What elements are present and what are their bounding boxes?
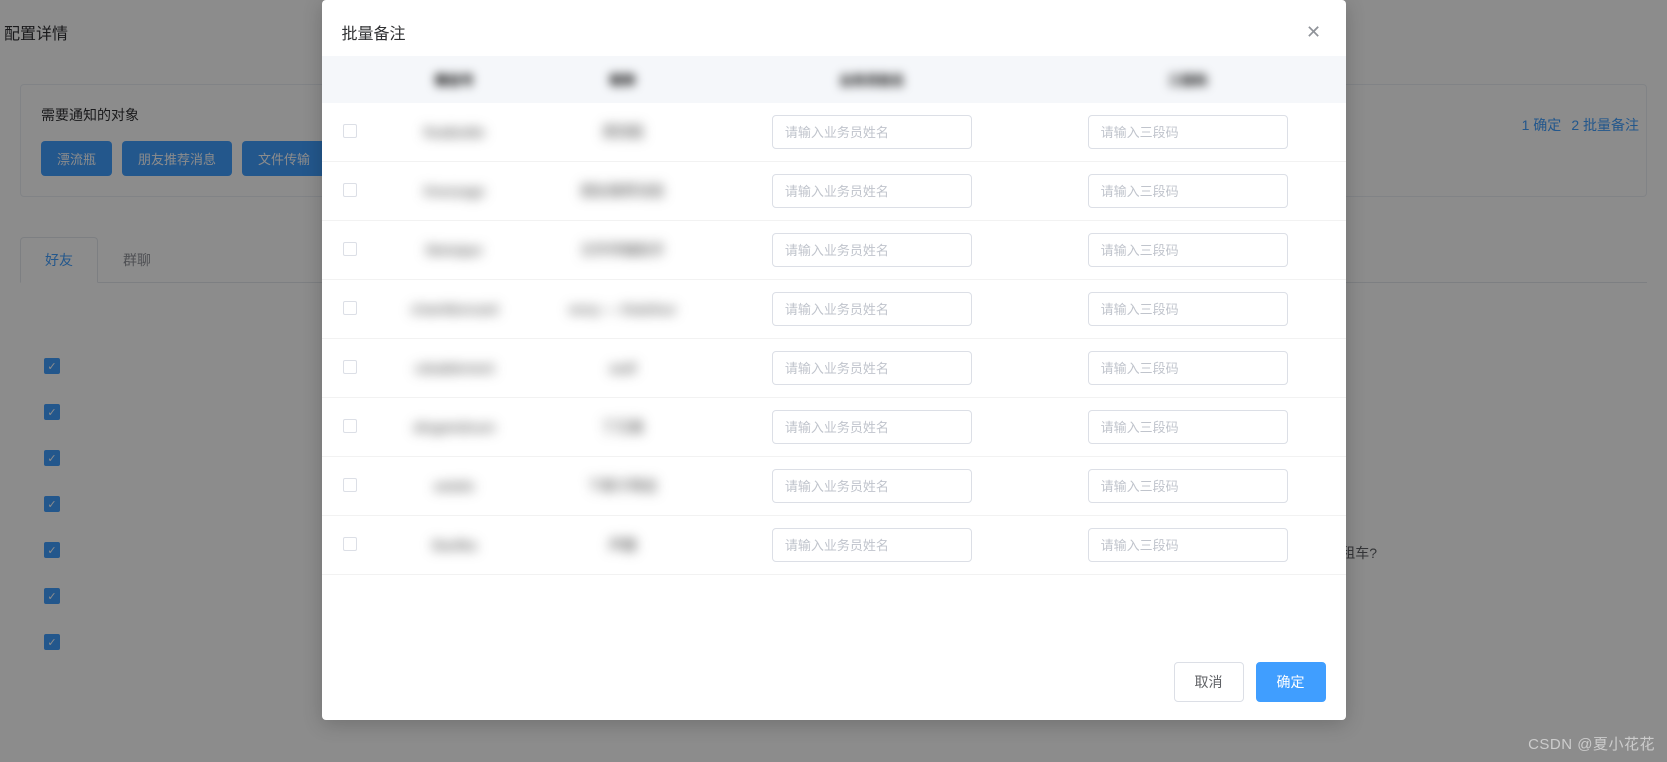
code-input[interactable] xyxy=(1088,292,1288,326)
salesperson-input[interactable] xyxy=(772,410,972,444)
modal-overlay: 批量备注 ✕ 微信号 昵称 业务员姓名 三段码 floatbottle 漂流瓶 xyxy=(0,0,1667,762)
row-checkbox[interactable] xyxy=(343,419,357,433)
cancel-button[interactable]: 取消 xyxy=(1174,662,1244,702)
cell-nickname: 声趣 xyxy=(609,535,637,555)
table-row: dingamdruon 丁艾晨 xyxy=(322,398,1346,457)
table-row: cdsablement asdf xyxy=(322,339,1346,398)
row-checkbox[interactable] xyxy=(343,537,357,551)
row-checkbox[interactable] xyxy=(343,478,357,492)
cell-nickname: asdf xyxy=(609,360,635,376)
confirm-button[interactable]: 确定 xyxy=(1256,662,1326,702)
row-checkbox[interactable] xyxy=(343,183,357,197)
code-input[interactable] xyxy=(1088,528,1288,562)
modal-batch-remark: 批量备注 ✕ 微信号 昵称 业务员姓名 三段码 floatbottle 漂流瓶 xyxy=(322,0,1346,720)
cell-nickname: 朋友推荐消息 xyxy=(581,181,665,201)
th-checkbox xyxy=(322,56,378,103)
salesperson-input[interactable] xyxy=(772,469,972,503)
cell-nickname: wxxy — thatsfour xyxy=(569,301,676,317)
table-row: chamiltoncard wxxy — thatsfour xyxy=(322,280,1346,339)
cell-wechat: Baofba xyxy=(432,537,476,553)
salesperson-input[interactable] xyxy=(772,292,972,326)
cell-wechat: fmessage xyxy=(424,183,485,199)
watermark: CSDN @夏小花花 xyxy=(1528,733,1655,754)
table-row: floatbottle 漂流瓶 xyxy=(322,103,1346,162)
cell-wechat: eeletlv xyxy=(434,478,474,494)
code-input[interactable] xyxy=(1088,174,1288,208)
modal-header: 批量备注 ✕ xyxy=(322,0,1346,56)
table-row: filehelper 文件传输助手 xyxy=(322,221,1346,280)
salesperson-input[interactable] xyxy=(772,174,972,208)
code-input[interactable] xyxy=(1088,351,1288,385)
modal-title: 批量备注 xyxy=(342,20,406,44)
th-nickname: 昵称 xyxy=(531,56,714,103)
cell-wechat: floatbottle xyxy=(424,124,485,140)
code-input[interactable] xyxy=(1088,469,1288,503)
row-checkbox[interactable] xyxy=(343,360,357,374)
salesperson-input[interactable] xyxy=(772,351,972,385)
cell-wechat: dingamdruon xyxy=(414,419,496,435)
cell-wechat: chamiltoncard xyxy=(411,301,498,317)
table-row: eeletlv 下辈子再走 xyxy=(322,457,1346,516)
cell-nickname: 丁艾晨 xyxy=(602,417,644,437)
close-icon[interactable]: ✕ xyxy=(1302,20,1326,44)
th-wechat: 微信号 xyxy=(378,56,532,103)
th-code: 三段码 xyxy=(1030,56,1346,103)
cell-nickname: 下辈子再走 xyxy=(588,476,658,496)
code-input[interactable] xyxy=(1088,233,1288,267)
cell-nickname: 漂流瓶 xyxy=(602,122,644,142)
modal-footer: 取消 确定 xyxy=(322,648,1346,720)
cell-wechat: filehelper xyxy=(426,242,483,258)
row-checkbox[interactable] xyxy=(343,301,357,315)
row-checkbox[interactable] xyxy=(343,124,357,138)
th-salesperson: 业务员姓名 xyxy=(714,56,1030,103)
salesperson-input[interactable] xyxy=(772,528,972,562)
table-row: fmessage 朋友推荐消息 xyxy=(322,162,1346,221)
salesperson-input[interactable] xyxy=(772,115,972,149)
code-input[interactable] xyxy=(1088,115,1288,149)
modal-body: 微信号 昵称 业务员姓名 三段码 floatbottle 漂流瓶 fmessag… xyxy=(322,56,1346,648)
code-input[interactable] xyxy=(1088,410,1288,444)
cell-wechat: cdsablement xyxy=(415,360,494,376)
salesperson-input[interactable] xyxy=(772,233,972,267)
row-checkbox[interactable] xyxy=(343,242,357,256)
table-row: Baofba 声趣 xyxy=(322,516,1346,575)
cell-nickname: 文件传输助手 xyxy=(581,240,665,260)
batch-table: 微信号 昵称 业务员姓名 三段码 floatbottle 漂流瓶 fmessag… xyxy=(322,56,1346,575)
